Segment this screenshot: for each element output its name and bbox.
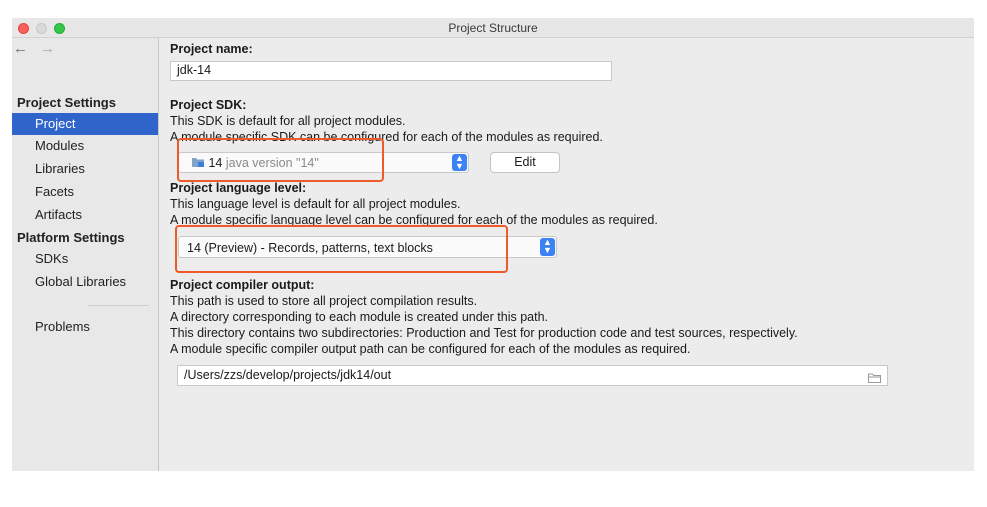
compiler-output-path-input[interactable]: /Users/zzs/develop/projects/jdk14/out: [177, 365, 888, 386]
project-name-input[interactable]: jdk-14: [170, 61, 612, 81]
sidebar-divider: [88, 305, 149, 306]
compiler-output-desc-2: A directory corresponding to each module…: [170, 310, 548, 324]
updown-chevron-icon: ▲ ▼: [540, 238, 555, 256]
edit-sdk-button[interactable]: Edit: [490, 152, 560, 173]
compiler-output-label: Project compiler output:: [170, 278, 315, 292]
sidebar-item-problems[interactable]: Problems: [12, 316, 158, 338]
title-bar: Project Structure: [12, 18, 974, 38]
compiler-output-path: /Users/zzs/develop/projects/jdk14/out: [184, 368, 392, 382]
sidebar-item-modules[interactable]: Modules: [12, 135, 158, 157]
project-name-label: Project name:: [170, 42, 253, 56]
language-level-desc-1: This language level is default for all p…: [170, 197, 461, 211]
sidebar-item-facets[interactable]: Facets: [12, 181, 158, 203]
compiler-output-desc-3: This directory contains two subdirectori…: [170, 326, 798, 340]
project-sdk-desc-1: This SDK is default for all project modu…: [170, 114, 406, 128]
sidebar-item-libraries[interactable]: Libraries: [12, 158, 158, 180]
sidebar-item-global-libraries[interactable]: Global Libraries: [12, 271, 158, 293]
platform-settings-heading: Platform Settings: [17, 230, 125, 245]
annotation-highlight-language-level: [175, 225, 508, 273]
project-settings-panel: Project name: jdk-14 Project SDK: This S…: [160, 38, 974, 471]
forward-arrow-icon[interactable]: →: [40, 40, 55, 57]
back-arrow-icon[interactable]: ←: [13, 40, 28, 57]
folder-browse-icon[interactable]: [868, 370, 881, 389]
updown-chevron-icon: ▲ ▼: [452, 154, 467, 171]
sidebar-item-project[interactable]: Project: [12, 113, 158, 135]
project-settings-heading: Project Settings: [17, 95, 116, 110]
annotation-highlight-sdk: [177, 138, 384, 182]
sidebar-item-artifacts[interactable]: Artifacts: [12, 204, 158, 226]
compiler-output-desc-1: This path is used to store all project c…: [170, 294, 478, 308]
language-level-label: Project language level:: [170, 181, 307, 195]
window-title: Project Structure: [448, 21, 538, 35]
compiler-output-desc-4: A module specific compiler output path c…: [170, 342, 691, 356]
sidebar: ← → Project Settings Project Modules Lib…: [12, 38, 159, 471]
sidebar-item-sdks[interactable]: SDKs: [12, 248, 158, 270]
project-structure-window: Project Structure ← → Project Settings P…: [12, 18, 974, 471]
project-sdk-label: Project SDK:: [170, 98, 247, 112]
